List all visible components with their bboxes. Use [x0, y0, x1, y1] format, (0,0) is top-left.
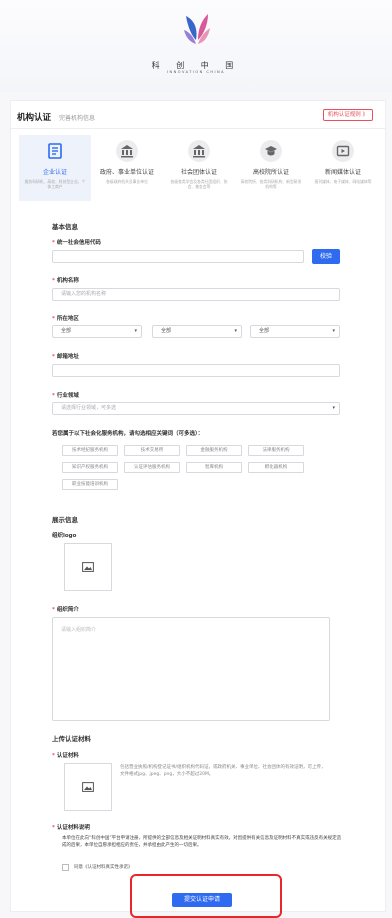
header-divider — [11, 128, 385, 129]
innovation-china-logo — [184, 14, 210, 44]
document-icon — [44, 140, 66, 162]
email-label: * 邮箱地址 — [52, 354, 79, 360]
industry-label: * 行业领域 — [52, 393, 79, 399]
remark-label: * 认证材料说明 — [52, 825, 90, 831]
chevron-down-icon: ▾ — [332, 405, 335, 411]
intro-label: * 组织简介 — [52, 607, 79, 613]
tab-government[interactable]: 政府、事业单位认证 各级政府机关及事业单位 — [91, 135, 163, 201]
tab-label: 社会团体认证 — [180, 169, 217, 176]
org-name-label: * 机构名称 — [52, 278, 79, 284]
region-label: * 所在地区 — [52, 316, 79, 322]
credit-code-input[interactable] — [52, 250, 304, 263]
intro-textarea[interactable]: 请输入组织简介 — [52, 617, 330, 721]
tab-label: 企业认证 — [42, 169, 67, 176]
tab-desc: 报刊媒体、电子媒体、网站媒体等 — [314, 179, 372, 184]
province-select[interactable]: 全部 ▾ — [52, 325, 142, 338]
tab-desc: 服务科研机、高校、科技型企业，个体工商户 — [24, 179, 86, 189]
building-icon — [116, 140, 138, 162]
email-input[interactable] — [52, 364, 340, 377]
district-select[interactable]: 全部 ▾ — [250, 325, 340, 338]
page-subtitle: 完善机构信息 — [59, 115, 96, 122]
org-name-input[interactable]: 请输入您的机构名称 — [52, 288, 340, 301]
service-chip[interactable]: 智库机构 — [186, 462, 242, 473]
material-label: * 认证材料 — [52, 753, 79, 759]
logo-label: 组织logo — [52, 533, 77, 539]
tab-label: 政府、事业单位认证 — [99, 169, 154, 176]
service-chip[interactable]: 金融服务机构 — [186, 445, 242, 456]
city-select[interactable]: 全部 ▾ — [152, 325, 242, 338]
tab-social-group[interactable]: 社会团体认证 各级各类学会及各类社团组织、协会、基金会等 — [163, 135, 235, 201]
tab-label: 新闻媒体认证 — [324, 169, 361, 176]
media-play-icon — [332, 140, 354, 162]
chevron-down-icon: ▾ — [332, 328, 335, 334]
section-basic-info: 基本信息 — [52, 223, 78, 231]
service-chip[interactable]: 技术经纪服务机构 — [62, 445, 118, 456]
submit-button[interactable]: 提交认证申请 — [172, 893, 232, 907]
tab-desc: 各级政府机关及事业单位 — [106, 179, 148, 184]
institution-icon — [188, 140, 210, 162]
brand-subtitle: INNOVATION CHINA — [166, 70, 226, 74]
industry-select[interactable]: 请选择行业领域，可多选 ▾ — [52, 402, 340, 415]
remark-text: 本单位在此向“科创中国”平台申请注册，所提供的全部信息及相关证明材料真实有效。对… — [62, 836, 342, 848]
logo-upload[interactable] — [64, 543, 112, 591]
tab-university[interactable]: 高校院所认证 高校院所、各类科研机构、新型研发机构等 — [235, 135, 307, 201]
graduation-cap-icon — [260, 140, 282, 162]
section-upload: 上传认证材料 — [52, 735, 91, 743]
chevron-down-icon: ▾ — [134, 328, 137, 334]
material-upload[interactable] — [64, 763, 112, 811]
material-note: 包括营业执照/机构登记证书/组织机构代码证，或政府机关、事业单位、社会团体的有效… — [120, 765, 326, 777]
top-banner: 科 创 中 国 INNOVATION CHINA — [0, 0, 392, 92]
page-title: 机构认证 — [17, 113, 52, 123]
image-icon — [82, 562, 94, 572]
service-question: 若您属于以下社会化服务机构，请勾选相应关键词（可多选）： — [52, 431, 204, 437]
verify-button[interactable]: 校验 — [312, 249, 340, 264]
service-chip[interactable]: 孵化器机构 — [248, 462, 304, 473]
credit-code-label: * 统一社会信用代码 — [52, 240, 101, 246]
tab-desc: 各级各类学会及各类社团组织、协会、基金会等 — [170, 179, 228, 189]
rules-button[interactable]: 机构认证规则 》 — [322, 109, 373, 121]
tab-enterprise[interactable]: 企业认证 服务科研机、高校、科技型企业，个体工商户 — [19, 135, 91, 201]
tab-desc: 高校院所、各类科研机构、新型研发机构等 — [240, 179, 302, 189]
service-chip[interactable]: 知识产权服务机构 — [62, 462, 118, 473]
service-chip[interactable]: 职业技能培训机构 — [62, 479, 118, 490]
tab-media[interactable]: 新闻媒体认证 报刊媒体、电子媒体、网站媒体等 — [307, 135, 379, 201]
agree-label[interactable]: 同意《认证材料真实性承诺》 — [74, 864, 133, 871]
service-chip[interactable]: 技术交易所 — [124, 445, 180, 456]
section-display-info: 展示信息 — [52, 516, 78, 524]
service-chip[interactable]: 认证评估服务机构 — [124, 462, 180, 473]
service-chip[interactable]: 法律服务机构 — [248, 445, 304, 456]
tab-label: 高校院所认证 — [252, 169, 289, 176]
agree-checkbox[interactable] — [62, 864, 69, 871]
chevron-down-icon: ▾ — [234, 328, 237, 334]
certification-type-tabs: 企业认证 服务科研机、高校、科技型企业，个体工商户 政府、事业单位认证 各级政府… — [19, 135, 379, 201]
image-icon — [82, 782, 94, 792]
